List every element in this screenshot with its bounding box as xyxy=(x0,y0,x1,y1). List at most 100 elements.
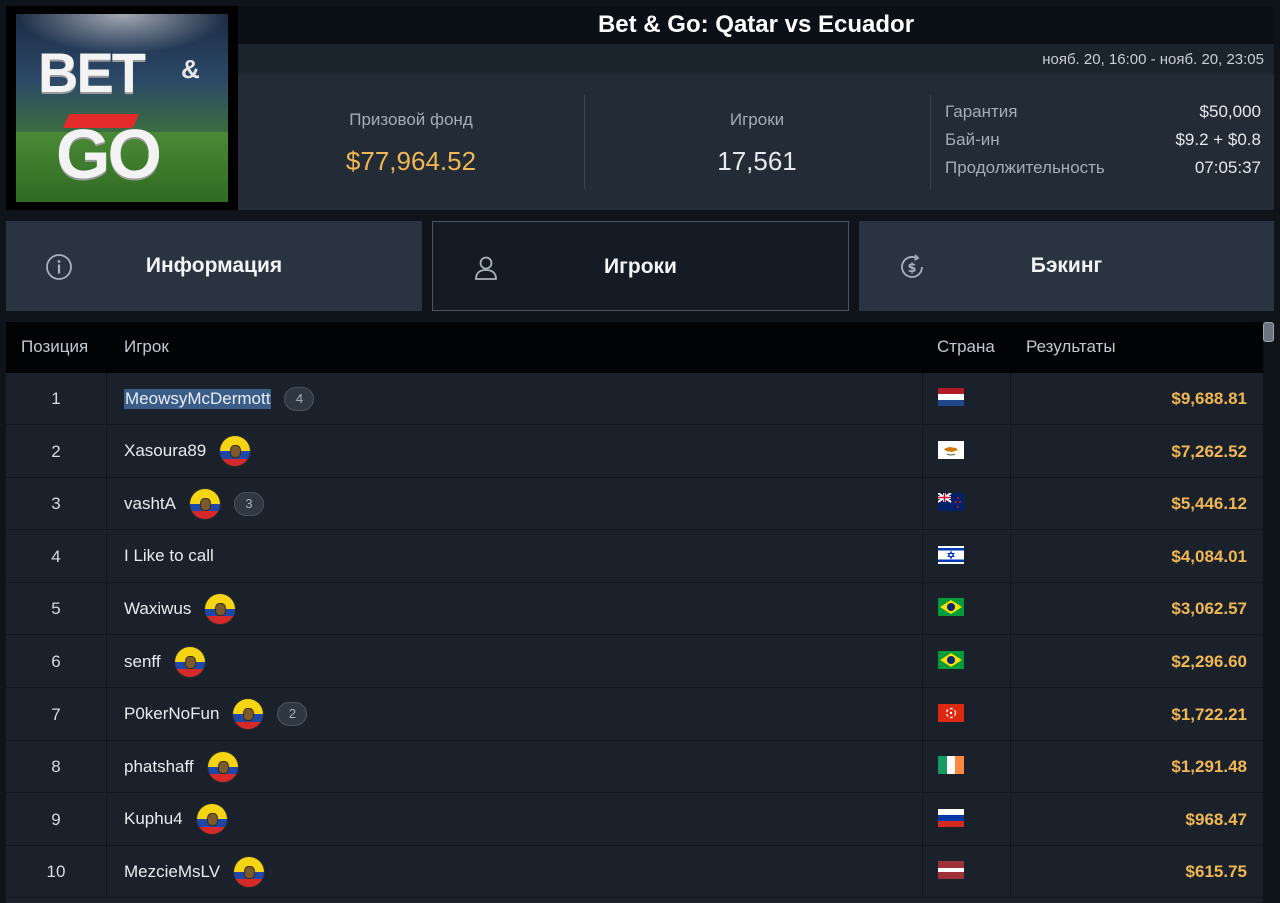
table-row[interactable]: 3 vashtA 3 $5,446.12 xyxy=(6,478,1263,531)
scrollbar-track[interactable] xyxy=(1263,322,1274,903)
russia-flag-icon xyxy=(938,808,964,827)
result-cell: $615.75 xyxy=(1185,862,1247,882)
hong-kong-flag-icon xyxy=(938,703,964,722)
player-name[interactable]: MezcieMsLV xyxy=(124,862,220,882)
scrollbar-thumb[interactable] xyxy=(1263,322,1274,342)
country-cell xyxy=(922,793,1011,845)
player-name[interactable]: phatshaff xyxy=(124,757,194,777)
tab-information-label: Информация xyxy=(145,254,283,277)
position-cell: 1 xyxy=(6,373,107,424)
prize-pool-label: Призовой фонд xyxy=(349,110,473,129)
duration-row: Продолжительность 07:05:37 xyxy=(945,158,1261,186)
table-row[interactable]: 9 Kuphu4 $968.47 xyxy=(6,793,1263,846)
duration-value: 07:05:37 xyxy=(1194,158,1261,177)
table-row[interactable]: 10 MezcieMsLV $615.75 xyxy=(6,846,1263,899)
player-cell: phatshaff xyxy=(124,741,239,792)
table-row[interactable]: 6 senff $2,296.60 xyxy=(6,636,1263,688)
position-cell: 5 xyxy=(6,583,107,635)
brazil-flag-icon xyxy=(938,598,964,617)
result-cell: $5,446.12 xyxy=(1171,494,1247,514)
player-name[interactable]: vashtA xyxy=(124,494,176,514)
tournament-logo: BET & GO xyxy=(6,6,238,210)
ecuador-team-icon xyxy=(219,435,252,468)
prize-pool-value: $77,964.52 xyxy=(345,146,477,176)
table-row[interactable]: 8 phatshaff $1,291.48 xyxy=(6,741,1263,794)
stats-panel: Призовой фонд $77,964.52 Игроки 17,561 Г… xyxy=(238,74,1274,210)
result-cell: $7,262.52 xyxy=(1171,441,1247,461)
buyin-label: Бай-ин xyxy=(945,130,1000,149)
divider xyxy=(930,95,931,189)
tab-information[interactable]: Информация xyxy=(6,221,422,311)
latvia-flag-icon xyxy=(938,861,964,880)
country-cell xyxy=(922,425,1011,477)
player-cell: MezcieMsLV xyxy=(124,846,266,897)
tournament-info-list: Гарантия $50,000 Бай-ин $9.2 + $0.8 Прод… xyxy=(945,102,1261,186)
player-name[interactable]: senff xyxy=(124,652,161,672)
buyin-row: Бай-ин $9.2 + $0.8 xyxy=(945,130,1261,158)
entries-count-badge: 3 xyxy=(233,491,264,516)
country-cell xyxy=(922,530,1011,582)
country-cell xyxy=(922,846,1011,898)
position-cell: 7 xyxy=(6,688,107,740)
ecuador-team-icon xyxy=(233,855,266,888)
result-cell: $4,084.01 xyxy=(1171,546,1247,566)
result-cell: $1,722.21 xyxy=(1171,704,1247,724)
player-name[interactable]: MeowsyMcDermott xyxy=(124,388,272,409)
logo-text-bet: BET xyxy=(38,41,146,104)
players-stat: Игроки 17,561 xyxy=(584,74,930,210)
guarantee-label: Гарантия xyxy=(945,102,1018,121)
position-cell: 8 xyxy=(6,741,107,793)
page-title: Bet & Go: Qatar vs Ecuador xyxy=(597,11,915,38)
player-name[interactable]: I Like to call xyxy=(124,546,214,566)
player-name[interactable]: P0kerNoFun xyxy=(124,704,219,724)
country-cell xyxy=(922,636,1011,687)
title-bar: Bet & Go: Qatar vs Ecuador xyxy=(238,6,1274,44)
table-header: Позиция Игрок Страна Результаты xyxy=(6,322,1263,373)
header-country[interactable]: Страна xyxy=(937,337,995,357)
header-position[interactable]: Позиция xyxy=(21,337,88,357)
buyin-value: $9.2 + $0.8 xyxy=(1175,130,1261,149)
player-name[interactable]: Xasoura89 xyxy=(124,441,206,461)
guarantee-value: $50,000 xyxy=(1199,102,1261,121)
player-cell: vashtA 3 xyxy=(124,478,264,529)
players-count-label: Игроки xyxy=(729,110,785,129)
player-cell: I Like to call xyxy=(124,531,214,582)
result-cell: $968.47 xyxy=(1185,809,1247,829)
cyprus-flag-icon xyxy=(938,440,964,459)
logo-text-go: GO xyxy=(56,115,162,193)
brazil-flag-icon xyxy=(938,651,964,669)
player-name[interactable]: Kuphu4 xyxy=(124,809,183,829)
player-name[interactable]: Waxiwus xyxy=(124,599,191,619)
tab-backing-label: Бэкинг xyxy=(1030,254,1103,277)
date-range: нояб. 20, 16:00 - нояб. 20, 23:05 xyxy=(1042,51,1264,68)
table-row[interactable]: 2 Xasoura89 $7,262.52 xyxy=(6,425,1263,478)
tab-backing[interactable]: $ Бэкинг xyxy=(859,221,1274,311)
result-cell: $1,291.48 xyxy=(1171,757,1247,777)
country-cell xyxy=(922,583,1011,635)
player-cell: Waxiwus xyxy=(124,583,237,634)
position-cell: 2 xyxy=(6,425,107,477)
israel-flag-icon xyxy=(938,545,964,564)
table-row[interactable]: 1 MeowsyMcDermott 4 $9,688.81 xyxy=(6,373,1263,425)
ecuador-team-icon xyxy=(204,592,237,625)
ecuador-team-icon xyxy=(232,698,265,731)
header-results[interactable]: Результаты xyxy=(1026,337,1116,357)
entries-count-badge: 2 xyxy=(277,702,308,727)
position-cell: 9 xyxy=(6,793,107,845)
ecuador-team-icon xyxy=(206,750,239,783)
netherlands-flag-icon xyxy=(938,388,964,406)
table-row[interactable]: 5 Waxiwus $3,062.57 xyxy=(6,583,1263,636)
result-cell: $3,062.57 xyxy=(1171,599,1247,619)
entries-count-badge: 4 xyxy=(284,386,315,411)
player-cell: MeowsyMcDermott 4 xyxy=(124,373,315,424)
tab-players[interactable]: Игроки xyxy=(432,221,849,311)
country-cell xyxy=(922,373,1011,424)
player-cell: Kuphu4 xyxy=(124,794,228,845)
country-cell xyxy=(922,741,1011,793)
table-row[interactable]: 7 P0kerNoFun 2 $1,722.21 xyxy=(6,688,1263,741)
table-row[interactable]: 4 I Like to call $4,084.01 xyxy=(6,530,1263,583)
position-cell: 6 xyxy=(6,636,107,687)
header-player[interactable]: Игрок xyxy=(124,337,169,357)
players-table: Позиция Игрок Страна Результаты 1 MeowsyM… xyxy=(6,322,1263,903)
result-cell: $2,296.60 xyxy=(1171,652,1247,671)
